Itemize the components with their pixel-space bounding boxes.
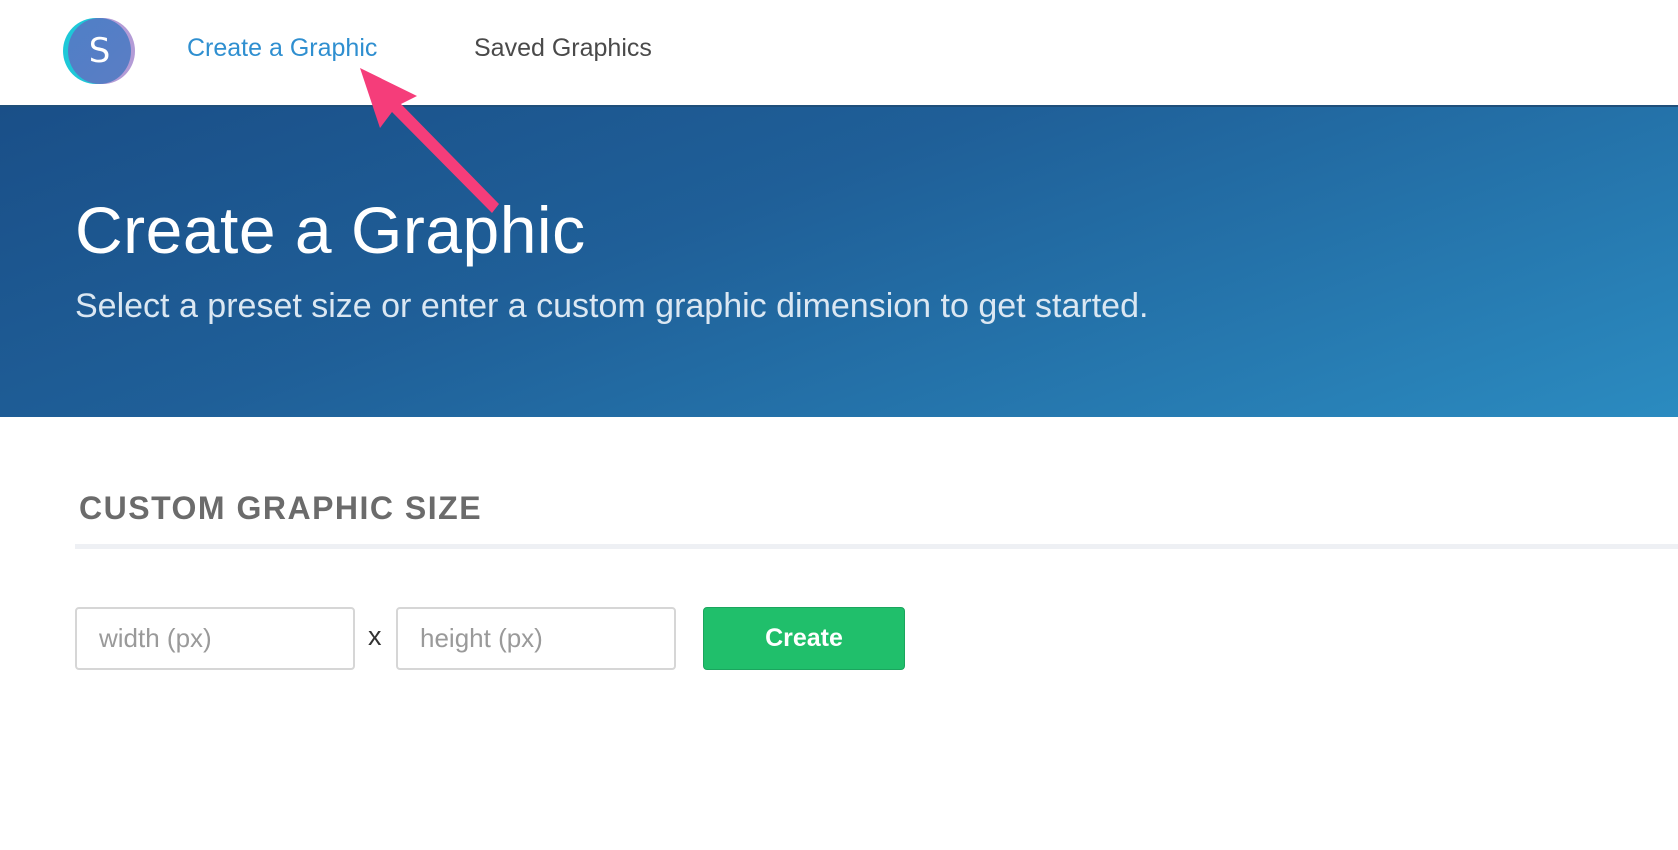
section-divider <box>75 544 1678 549</box>
dimension-separator: x <box>368 621 382 651</box>
logo-letter: S <box>68 18 131 84</box>
custom-size-heading: CUSTOM GRAPHIC SIZE <box>79 490 483 526</box>
page-title: Create a Graphic <box>75 193 586 267</box>
nav-saved-graphics[interactable]: Saved Graphics <box>474 34 652 63</box>
create-button[interactable]: Create <box>703 607 905 670</box>
nav-create-a-graphic[interactable]: Create a Graphic <box>187 34 377 63</box>
app-logo[interactable]: S <box>63 18 135 84</box>
page-subtitle: Select a preset size or enter a custom g… <box>75 287 1149 325</box>
height-input[interactable] <box>396 607 676 670</box>
top-nav-bar: S Create a Graphic Saved Graphics <box>0 0 1678 107</box>
hero-banner: Create a Graphic Select a preset size or… <box>0 107 1678 417</box>
width-input[interactable] <box>75 607 355 670</box>
